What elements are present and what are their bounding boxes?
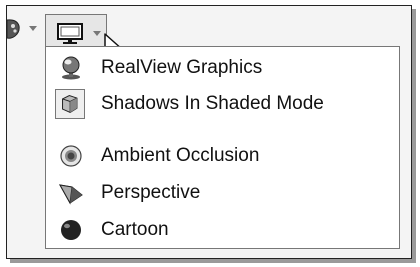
monitor-icon	[57, 23, 83, 44]
menu-item-realview-graphics[interactable]: RealView Graphics	[46, 50, 399, 86]
menu-item-label: Ambient Occlusion	[101, 145, 260, 166]
perspective-icon	[59, 184, 83, 205]
menu-item-cartoon[interactable]: Cartoon	[46, 212, 399, 248]
menu-item-label: Cartoon	[101, 219, 169, 240]
appearance-icon[interactable]	[7, 18, 21, 40]
menu-item-label: Shadows In Shaded Mode	[101, 93, 324, 114]
chevron-down-icon[interactable]	[29, 26, 37, 32]
chevron-down-icon[interactable]	[93, 31, 101, 37]
screenshot-frame: RealView Graphics Shadows In Shaded Mode…	[6, 5, 412, 259]
realview-sphere-icon	[62, 56, 80, 80]
display-style-button[interactable]	[45, 14, 107, 47]
menu-item-label: Perspective	[101, 182, 201, 203]
menu-item-label: RealView Graphics	[101, 57, 263, 78]
shadow-cube-icon	[62, 94, 78, 114]
ambient-occlusion-icon	[60, 145, 82, 167]
menu-item-perspective[interactable]: Perspective	[46, 175, 399, 211]
menu-item-shadows-in-shaded-mode[interactable]: Shadows In Shaded Mode	[46, 86, 399, 122]
display-options-menu: RealView Graphics Shadows In Shaded Mode…	[45, 46, 400, 249]
menu-item-ambient-occlusion[interactable]: Ambient Occlusion	[46, 138, 399, 174]
toolbar	[7, 6, 411, 48]
cartoon-sphere-icon	[61, 220, 81, 240]
